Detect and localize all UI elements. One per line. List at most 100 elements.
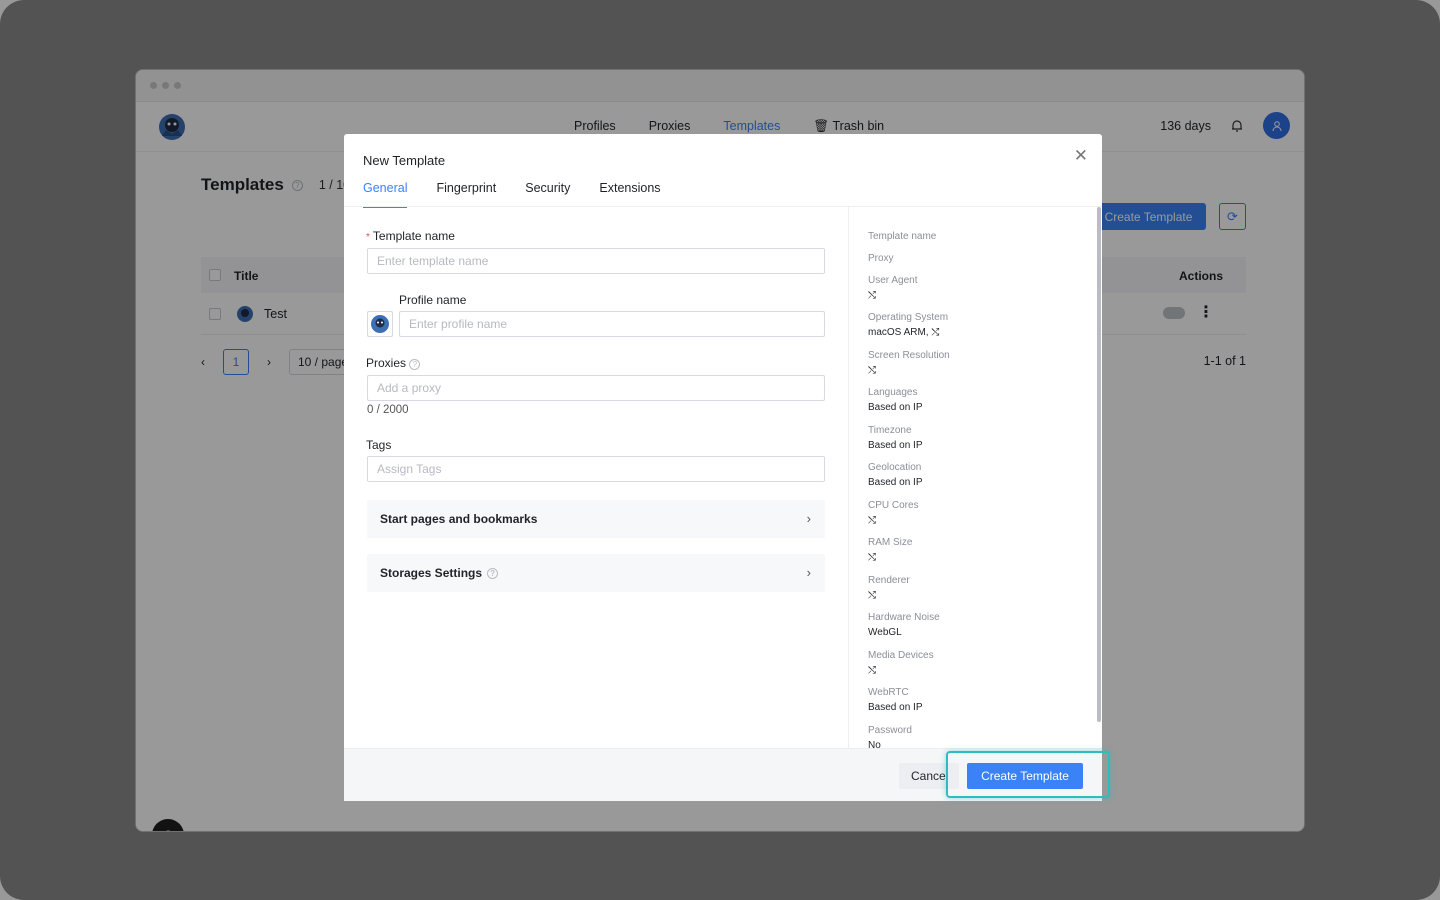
row-checkbox[interactable]	[209, 308, 221, 320]
summary-value: ⤭	[868, 290, 876, 301]
window-titlebar	[136, 70, 1304, 102]
help-icon[interactable]: ?	[487, 567, 499, 579]
prev-page-icon[interactable]: ‹	[201, 355, 205, 369]
summary-scrollbar[interactable]	[1097, 207, 1101, 722]
next-page-icon[interactable]: ›	[267, 355, 271, 369]
question-icon: ?	[164, 827, 172, 831]
highlight-ring	[946, 751, 1110, 798]
summary-value: Based on IP	[868, 477, 923, 488]
help-icon[interactable]: ?	[291, 179, 303, 191]
page-header: Templates ? 1 / 10	[201, 175, 350, 195]
tab-fingerprint[interactable]: Fingerprint	[436, 181, 496, 208]
trash-icon: 🗑	[813, 119, 830, 133]
summary-item: RAM Size ⤭	[868, 537, 912, 563]
summary-key: Geolocation	[868, 462, 922, 473]
start-pages-section[interactable]: Start pages and bookmarks ›	[367, 500, 825, 538]
pagination: ‹ 1 › 10 / page	[201, 349, 358, 375]
summary-key: Hardware Noise	[868, 612, 940, 623]
summary-value: Based on IP	[868, 440, 923, 451]
proxies-label-text: Proxies	[366, 356, 407, 370]
window-dot[interactable]	[174, 82, 181, 89]
avatar[interactable]	[1263, 112, 1290, 139]
summary-value: ⤭	[868, 665, 876, 676]
modal-title: New Template	[363, 153, 446, 168]
summary-item: Password No	[868, 725, 912, 748]
template-logo-icon	[237, 306, 253, 322]
proxies-counter: 0 / 2000	[367, 404, 409, 416]
modal-tabs: General Fingerprint Security Extensions	[363, 181, 661, 208]
tab-extensions[interactable]: Extensions	[599, 181, 660, 208]
nav-right: 136 days	[1160, 112, 1290, 139]
nav-templates[interactable]: Templates	[723, 119, 780, 134]
new-template-modal: New Template ✕ General Fingerprint Secur…	[344, 134, 1102, 801]
tags-input[interactable]: Assign Tags	[367, 456, 825, 482]
nav-links: Profiles Proxies Templates 🗑 Trash bin	[574, 119, 884, 134]
profile-name-label: Profile name	[399, 293, 467, 307]
refresh-icon: ⟳	[1227, 208, 1238, 224]
summary-item: Geolocation Based on IP	[868, 462, 922, 488]
summary-value: WebGL	[868, 627, 902, 638]
nav-trash-bin[interactable]: 🗑 Trash bin	[813, 119, 884, 134]
summary-item: Screen Resolution ⤭	[868, 350, 950, 376]
row-title: Test	[264, 307, 287, 321]
start-pages-label: Start pages and bookmarks	[380, 512, 538, 526]
user-icon	[1272, 120, 1281, 131]
summary-value: Based on IP	[868, 402, 923, 413]
row-toggle[interactable]	[1163, 307, 1185, 319]
nav-profiles[interactable]: Profiles	[574, 119, 616, 134]
summary-key: Screen Resolution	[868, 350, 950, 361]
profile-logo-icon	[371, 315, 389, 333]
help-icon[interactable]: ?	[409, 359, 421, 370]
summary-key: WebRTC	[868, 687, 909, 698]
template-name-label-text: Template name	[372, 229, 455, 243]
close-icon[interactable]: ✕	[1074, 146, 1088, 166]
window-dot[interactable]	[150, 82, 157, 89]
profile-name-input[interactable]: Enter profile name	[399, 311, 825, 337]
summary-item: CPU Cores ⤭	[868, 500, 919, 526]
app-logo-icon[interactable]	[154, 110, 190, 144]
summary-key: RAM Size	[868, 537, 913, 548]
proxy-input[interactable]: Add a proxy	[367, 375, 825, 401]
summary-item: User Agent ⤭	[868, 275, 917, 301]
column-title: Title	[234, 269, 259, 283]
bell-icon[interactable]	[1229, 118, 1245, 134]
nav-proxies[interactable]: Proxies	[649, 119, 691, 134]
window-dot[interactable]	[162, 82, 169, 89]
summary-item: Languages Based on IP	[868, 387, 922, 413]
summary-item: Operating System macOS ARM, ⤭	[868, 312, 948, 338]
tab-general[interactable]: General	[363, 181, 408, 208]
profile-icon-picker[interactable]	[367, 311, 393, 337]
required-mark: *	[366, 232, 370, 243]
summary-item: Renderer ⤭	[868, 575, 910, 601]
summary-key: Timezone	[868, 425, 912, 436]
refresh-button[interactable]: ⟳	[1219, 203, 1246, 230]
summary-value: ⤭	[868, 590, 876, 601]
page-number[interactable]: 1	[223, 349, 249, 375]
summary-key: Media Devices	[868, 650, 934, 661]
create-template-button-bg[interactable]: Create Template	[1091, 203, 1206, 230]
page-title: Templates	[201, 175, 284, 194]
chevron-right-icon: ›	[806, 565, 811, 580]
select-all-checkbox[interactable]	[209, 269, 221, 281]
subscription-days: 136 days	[1160, 118, 1211, 133]
more-icon[interactable]: ⋮	[1198, 302, 1214, 322]
summary-key: Operating System	[868, 312, 949, 323]
template-name-input[interactable]: Enter template name	[367, 248, 825, 274]
page-info: 1-1 of 1	[1203, 354, 1246, 368]
proxies-label: Proxies ?	[366, 356, 421, 370]
summary-item: Template name	[868, 231, 936, 242]
summary-key: Proxy	[868, 253, 894, 264]
summary-key: Languages	[868, 387, 918, 398]
summary-item: Timezone Based on IP	[868, 425, 922, 451]
nav-trash-label: Trash bin	[832, 119, 885, 133]
help-button[interactable]: ?	[152, 819, 184, 831]
summary-key: User Agent	[868, 275, 918, 286]
summary-key: Template name	[868, 231, 937, 242]
summary-panel: Template name Proxy User Agent ⤭ Operatin…	[848, 207, 1102, 748]
storages-label: Storages Settings	[380, 566, 483, 580]
storages-section[interactable]: Storages Settings ? ›	[367, 554, 825, 592]
template-name-label: * Template name	[366, 229, 455, 243]
tab-security[interactable]: Security	[525, 181, 570, 208]
summary-key: Password	[868, 725, 912, 736]
summary-item: Hardware Noise WebGL	[868, 612, 940, 638]
